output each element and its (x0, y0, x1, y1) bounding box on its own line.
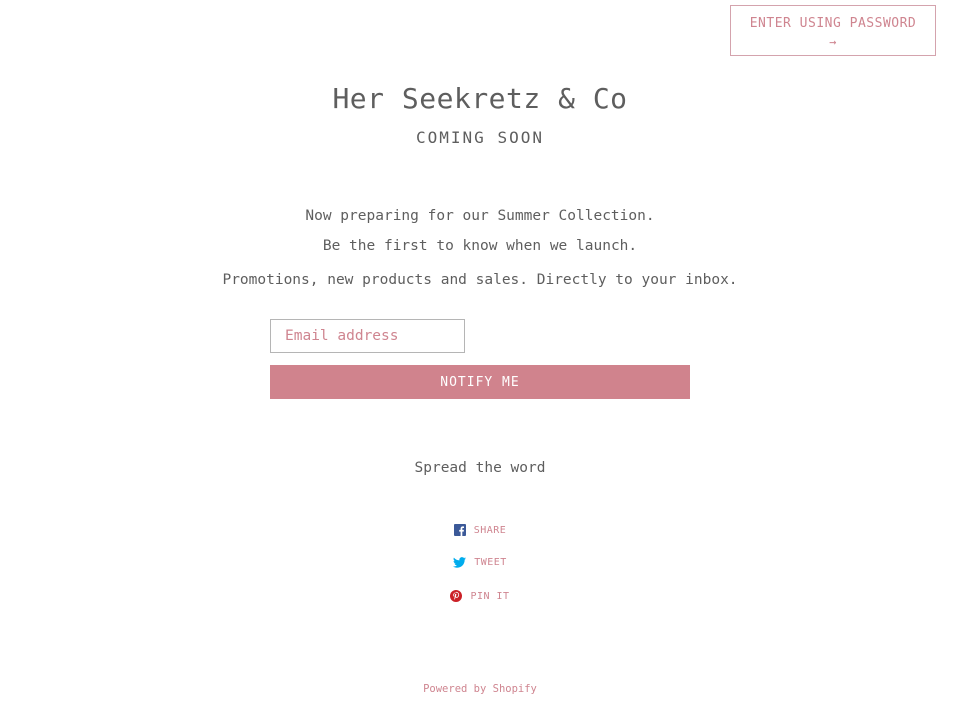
pinterest-icon (450, 590, 463, 602)
message-line-2: Be the first to know when we launch. (322, 238, 638, 254)
store-title: Her Seekretz & Co (332, 82, 628, 115)
coming-soon-subtitle: COMING SOON (416, 128, 544, 147)
twitter-icon (453, 557, 467, 568)
notify-me-button[interactable]: NOTIFY ME (270, 365, 690, 399)
powered-by-shopify-link[interactable]: Powered by Shopify (0, 683, 960, 695)
email-input[interactable] (270, 319, 465, 353)
share-twitter-link[interactable]: TWEET (0, 557, 960, 568)
facebook-icon (453, 524, 466, 536)
share-label: SHARE (473, 524, 507, 536)
arrow-right-icon: → (829, 35, 837, 49)
message-line-1: Now preparing for our Summer Collection. (305, 208, 655, 224)
password-button-label: ENTER USING PASSWORD (749, 16, 917, 31)
message-line-3: Promotions, new products and sales. Dire… (222, 272, 738, 288)
pin-it-label: PIN IT (470, 590, 510, 602)
share-facebook-link[interactable]: SHARE (0, 524, 960, 536)
tweet-label: TWEET (474, 557, 507, 568)
spread-the-word-heading: Spread the word (414, 460, 546, 476)
enter-using-password-button[interactable]: ENTER USING PASSWORD → (730, 5, 936, 56)
share-pinterest-link[interactable]: PIN IT (0, 590, 960, 602)
